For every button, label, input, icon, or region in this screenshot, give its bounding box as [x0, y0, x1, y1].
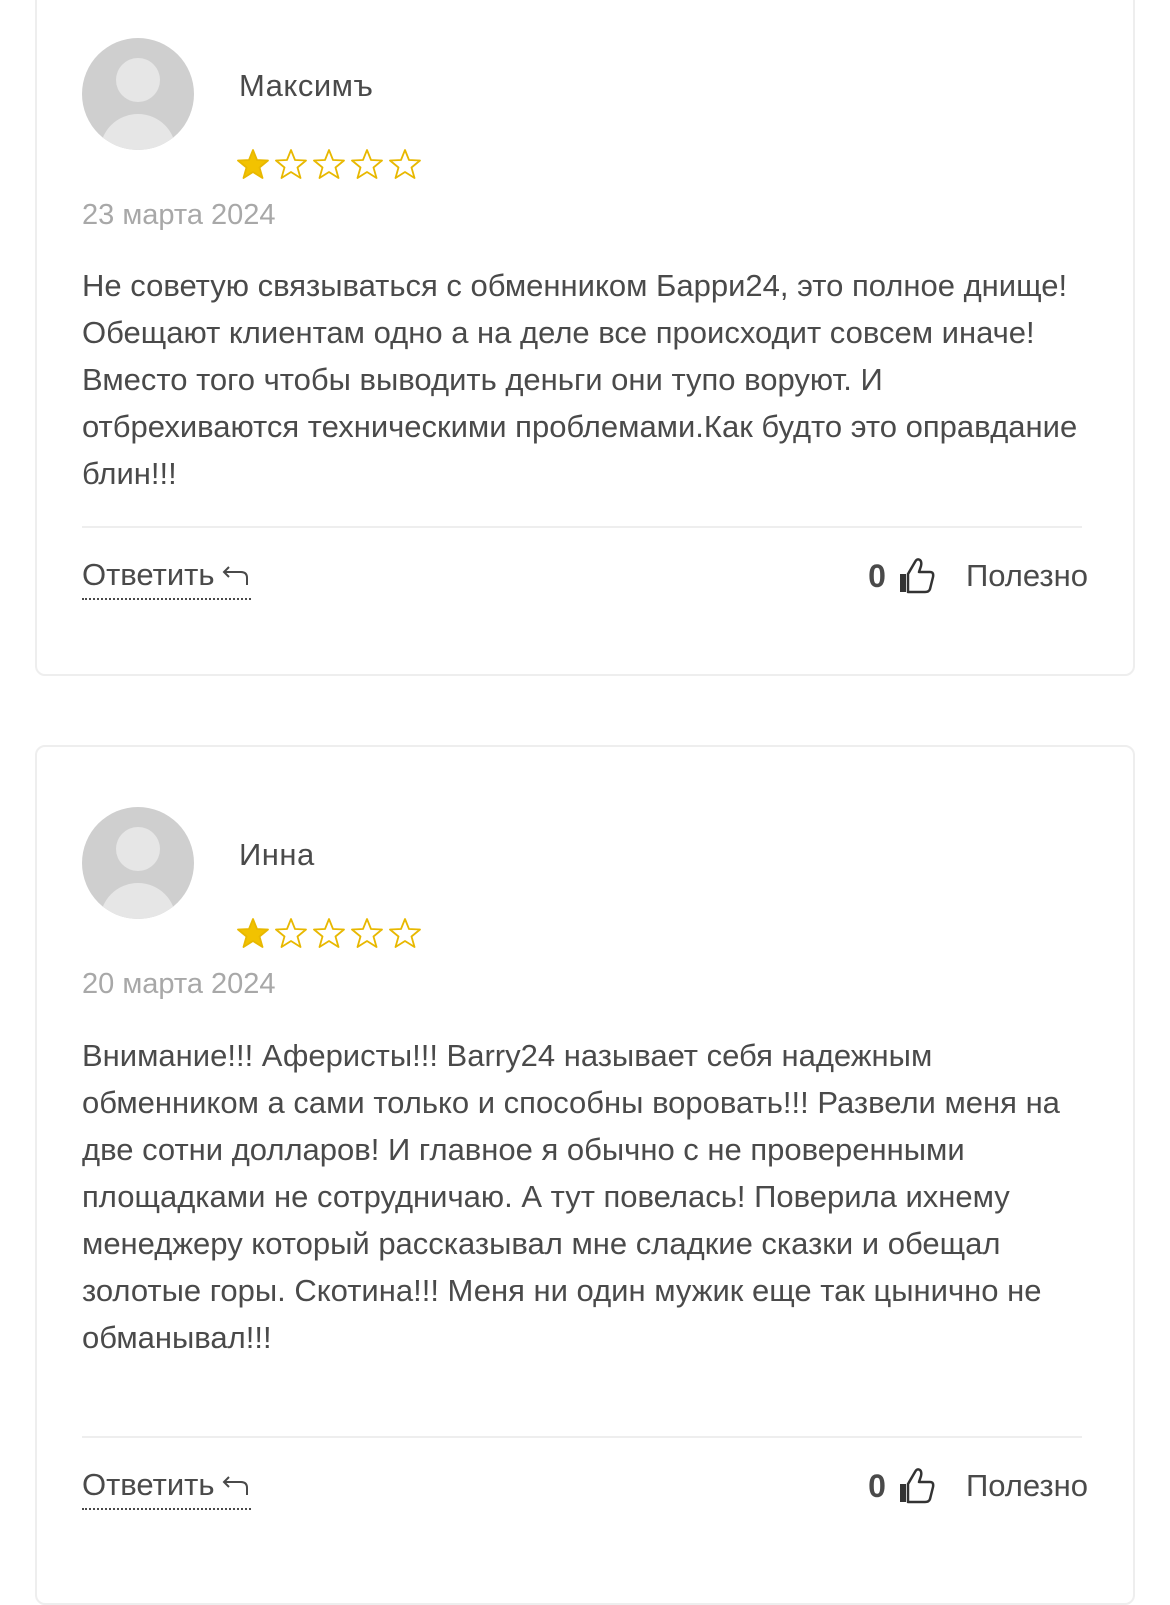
review-date: 20 марта 2024 [82, 968, 276, 1000]
reply-button[interactable]: Ответить [82, 1467, 251, 1510]
star-empty-icon [351, 149, 383, 179]
review-text: Не советую связываться с обменником Барр… [82, 268, 1078, 491]
star-filled-icon [237, 918, 269, 948]
review-card: Максимъ 23 марта 2024 Не советую связыва… [35, 0, 1135, 676]
review-author: Инна [239, 837, 315, 872]
helpful-button[interactable]: Полезно [966, 1468, 1088, 1504]
star-empty-icon [389, 149, 421, 179]
helpful-vote: 0 Полезно [868, 556, 1088, 596]
review-card: Инна 20 марта 2024 Внимание!!! Аферисты!… [35, 745, 1135, 1605]
reply-label: Ответить [82, 557, 215, 592]
rating-stars [237, 148, 421, 180]
review-author: Максимъ [239, 68, 374, 103]
review-text: Внимание!!! Аферисты!!! Barry24 называет… [82, 1038, 1060, 1355]
reply-arrow-icon [222, 566, 248, 585]
helpful-count: 0 [868, 557, 886, 594]
helpful-button[interactable]: Полезно [966, 558, 1088, 594]
rating-stars [237, 917, 421, 949]
star-empty-icon [351, 918, 383, 948]
user-avatar-icon [82, 807, 194, 919]
thumbs-up-icon[interactable] [896, 556, 936, 596]
star-empty-icon [275, 149, 307, 179]
star-filled-icon [237, 149, 269, 179]
review-date: 23 марта 2024 [82, 199, 276, 231]
reply-arrow-icon [222, 1476, 248, 1495]
reply-label: Ответить [82, 1467, 215, 1502]
helpful-vote: 0 Полезно [868, 1466, 1088, 1506]
star-empty-icon [313, 918, 345, 948]
reply-button[interactable]: Ответить [82, 557, 251, 600]
star-empty-icon [389, 918, 421, 948]
divider [82, 526, 1082, 528]
helpful-count: 0 [868, 1467, 886, 1504]
star-empty-icon [275, 918, 307, 948]
divider [82, 1436, 1082, 1438]
thumbs-up-icon[interactable] [896, 1466, 936, 1506]
star-empty-icon [313, 149, 345, 179]
user-avatar-icon [82, 38, 194, 150]
